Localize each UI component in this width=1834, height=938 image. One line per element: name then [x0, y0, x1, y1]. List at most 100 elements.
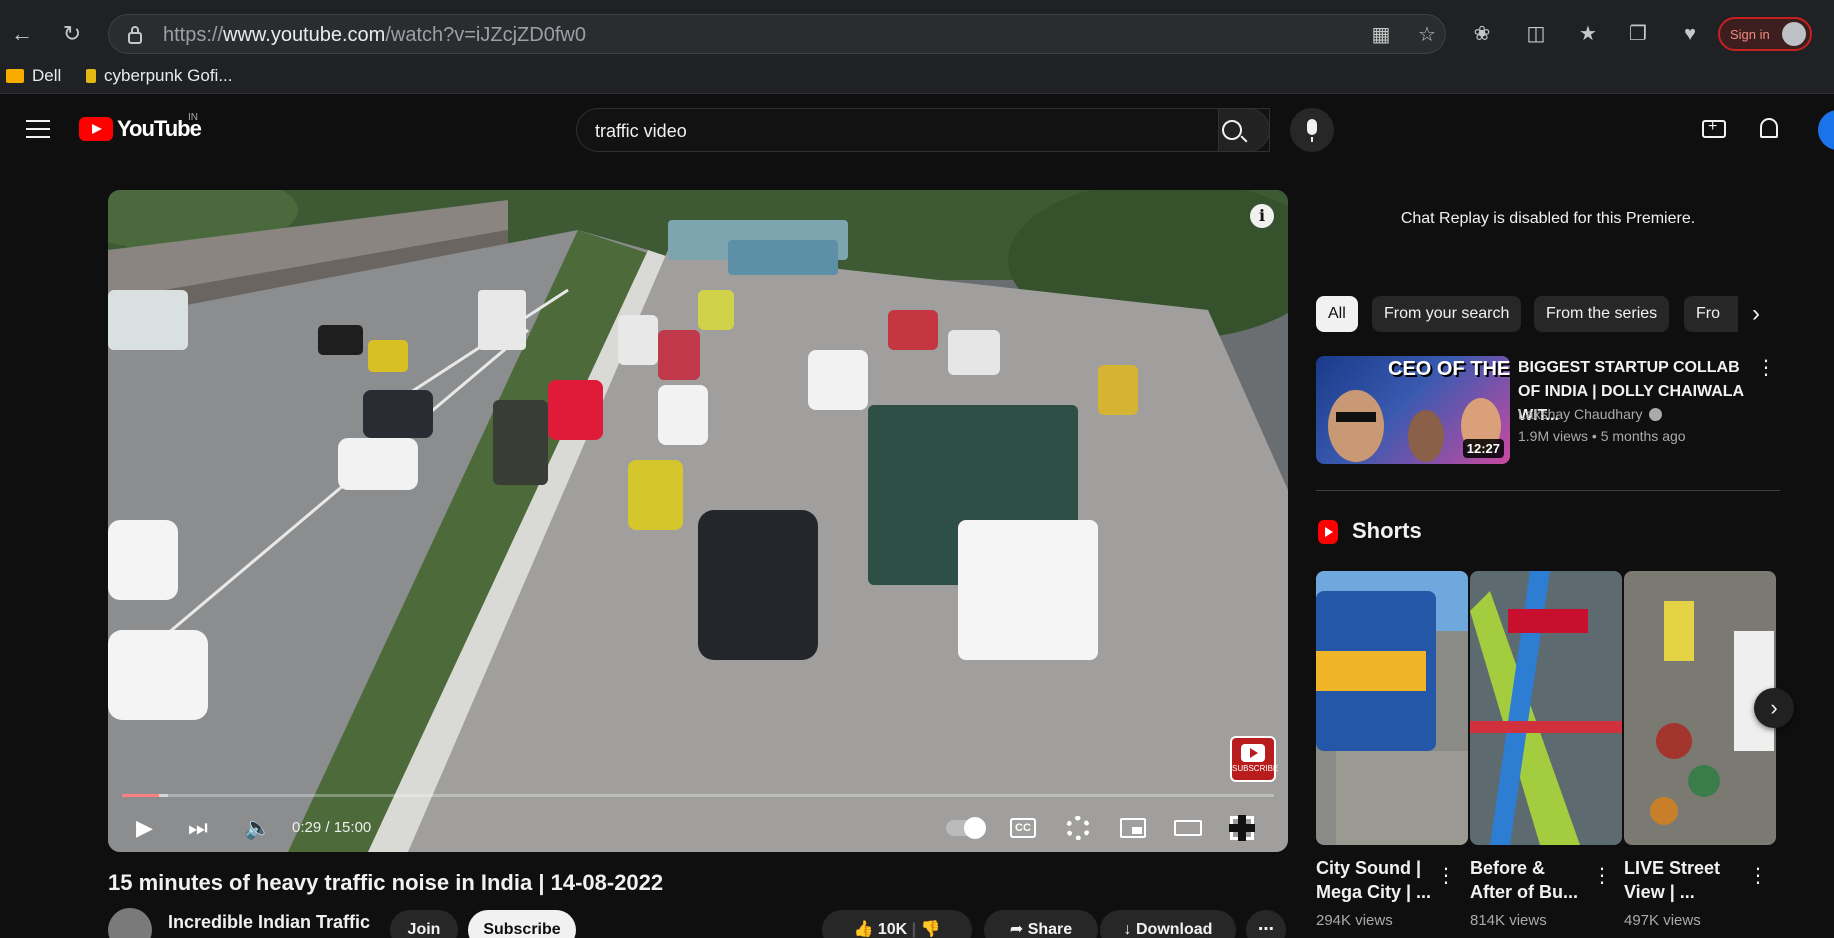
notifications-bell-icon[interactable]: [1760, 118, 1778, 138]
like-count[interactable]: 10K: [878, 921, 907, 938]
short-title[interactable]: Before & After of Bu...: [1470, 856, 1590, 904]
short-image: [1470, 571, 1622, 845]
short-thumbnail[interactable]: [1470, 571, 1622, 845]
settings-gear-icon[interactable]: [1066, 816, 1090, 840]
share-icon: ➦: [1009, 921, 1024, 938]
account-avatar[interactable]: [1818, 110, 1834, 150]
watermark-label: SUBSCRIBE: [1232, 764, 1279, 773]
chip-all[interactable]: All: [1316, 296, 1358, 332]
more-actions-icon[interactable]: ⋯: [1246, 910, 1286, 938]
reload-icon[interactable]: ↻: [56, 18, 88, 50]
subscribe-watermark-play-icon: [1241, 744, 1265, 762]
chip-from-truncated[interactable]: Fro: [1684, 296, 1744, 332]
extensions-icon[interactable]: ❀: [1466, 18, 1498, 50]
theater-mode-icon[interactable]: [1174, 820, 1202, 836]
join-button[interactable]: Join: [390, 910, 458, 938]
recommended-views: 1.9M views: [1518, 428, 1589, 444]
shorts-heading: Shorts: [1352, 518, 1422, 543]
short-more-icon[interactable]: ⋮: [1434, 864, 1458, 888]
split-screen-icon[interactable]: ◫: [1520, 18, 1552, 50]
search-input[interactable]: traffic video ✕: [576, 108, 1270, 152]
play-icon[interactable]: ▶: [136, 810, 153, 846]
collections-icon[interactable]: ❐: [1622, 18, 1654, 50]
verified-check-icon: [1648, 408, 1662, 421]
short-title[interactable]: LIVE Street View | ...: [1624, 856, 1744, 904]
fullscreen-icon[interactable]: [1229, 815, 1255, 841]
search-icon: [1222, 120, 1242, 140]
youtube-header: YouTube IN traffic video ✕: [0, 94, 1834, 166]
video-player[interactable]: i SUBSCRIBE ▶ ⏭ 🔈 0:29 / 15:00 CC: [108, 190, 1288, 852]
short-more-icon[interactable]: ⋮: [1590, 864, 1614, 888]
url-text: https://www.youtube.com/watch?v=iJZcjZD0…: [163, 24, 586, 46]
share-button[interactable]: ➦ Share: [984, 910, 1098, 938]
short-views: 497K views: [1624, 912, 1701, 929]
country-code: IN: [188, 112, 198, 123]
next-icon[interactable]: ⏭: [188, 810, 208, 846]
short-image: [1316, 571, 1468, 845]
autoplay-toggle[interactable]: [946, 817, 986, 839]
folder-icon: [6, 69, 24, 83]
back-icon[interactable]: ←: [6, 18, 38, 50]
youtube-logo[interactable]: YouTube: [79, 116, 202, 142]
channel-name[interactable]: Incredible Indian Traffic: [168, 912, 370, 933]
voice-search-button[interactable]: [1290, 108, 1334, 152]
download-button[interactable]: ↓ Download: [1100, 910, 1236, 938]
recommended-channel-name: Lakshay Chaudhary: [1518, 406, 1643, 422]
bookmark-cyberpunk[interactable]: cyberpunk Gofi...: [86, 66, 233, 86]
address-bar[interactable]: https://www.youtube.com/watch?v=iJZcjZD0…: [108, 14, 1446, 54]
app-available-icon[interactable]: ▦: [1365, 19, 1397, 51]
subscribe-button[interactable]: Subscribe: [468, 910, 576, 938]
channel-avatar[interactable]: [108, 908, 152, 938]
thumbnail-caption: CEO OF THELA: [1388, 358, 1510, 380]
bookmark-favicon-icon: [86, 69, 96, 83]
browser-toolbar: ← ↻ https://www.youtube.com/watch?v=iJZc…: [0, 0, 1834, 66]
favorite-star-icon[interactable]: ☆: [1411, 19, 1443, 51]
bookmark-label: Dell: [32, 66, 62, 85]
bookmark-dell[interactable]: Dell: [6, 66, 61, 86]
buffered-bar: [122, 794, 169, 797]
chip-from-your-search[interactable]: From your search: [1372, 296, 1522, 332]
current-time: 0:29: [292, 819, 322, 836]
info-icon[interactable]: i: [1250, 204, 1274, 228]
share-label: Share: [1027, 921, 1073, 938]
short-more-icon[interactable]: ⋮: [1746, 864, 1770, 888]
captions-icon[interactable]: CC: [1010, 818, 1036, 838]
video-frame: [108, 190, 1288, 852]
youtube-play-icon: [79, 117, 113, 141]
chevron-right-icon[interactable]: ›: [1738, 296, 1774, 332]
thumbs-up-icon[interactable]: 👍: [853, 921, 873, 938]
short-views: 294K views: [1316, 912, 1393, 929]
recommended-channel[interactable]: Lakshay Chaudhary: [1518, 406, 1662, 422]
profile-avatar-icon: [1782, 22, 1806, 46]
favorites-icon[interactable]: ★: [1572, 18, 1604, 50]
shorts-next-chevron-icon[interactable]: ›: [1754, 688, 1794, 728]
recommended-meta: 1.9M views • 5 months ago: [1518, 428, 1686, 444]
volume-icon[interactable]: 🔈: [244, 810, 271, 846]
miniplayer-icon[interactable]: [1120, 818, 1146, 838]
short-title[interactable]: City Sound | Mega City | ...: [1316, 856, 1436, 904]
shorts-logo-icon: [1318, 520, 1338, 544]
short-thumbnail[interactable]: [1316, 571, 1468, 845]
recommended-video-thumbnail[interactable]: CEO OF THELA 12:27: [1316, 356, 1510, 464]
lock-icon: [128, 26, 142, 44]
subscribe-watermark[interactable]: SUBSCRIBE: [1230, 736, 1279, 782]
time-display: 0:29 / 15:00: [292, 819, 372, 836]
menu-icon[interactable]: [26, 120, 50, 138]
chat-replay-message: Chat Replay is disabled for this Premier…: [1400, 210, 1696, 227]
recommended-more-icon[interactable]: ⋮: [1754, 356, 1778, 380]
microphone-icon: [1307, 119, 1317, 142]
profile-button[interactable]: Sign in: [1718, 17, 1812, 51]
search-value: traffic video: [595, 121, 687, 141]
bookmark-label: cyberpunk Gofi...: [104, 66, 233, 85]
download-label: Download: [1136, 921, 1213, 938]
short-views: 814K views: [1470, 912, 1547, 929]
profile-label: Sign in: [1730, 27, 1770, 42]
create-video-icon[interactable]: [1702, 118, 1726, 138]
video-duration-badge: 12:27: [1462, 439, 1504, 458]
recommended-age: 5 months ago: [1600, 428, 1686, 444]
chip-from-the-series[interactable]: From the series: [1534, 296, 1670, 332]
like-dislike-group: 👍 10K | 👎: [822, 910, 972, 938]
progress-bar[interactable]: [122, 794, 1274, 797]
browser-essentials-icon[interactable]: ♥: [1674, 18, 1706, 50]
thumbs-down-icon[interactable]: 👎: [921, 921, 941, 938]
